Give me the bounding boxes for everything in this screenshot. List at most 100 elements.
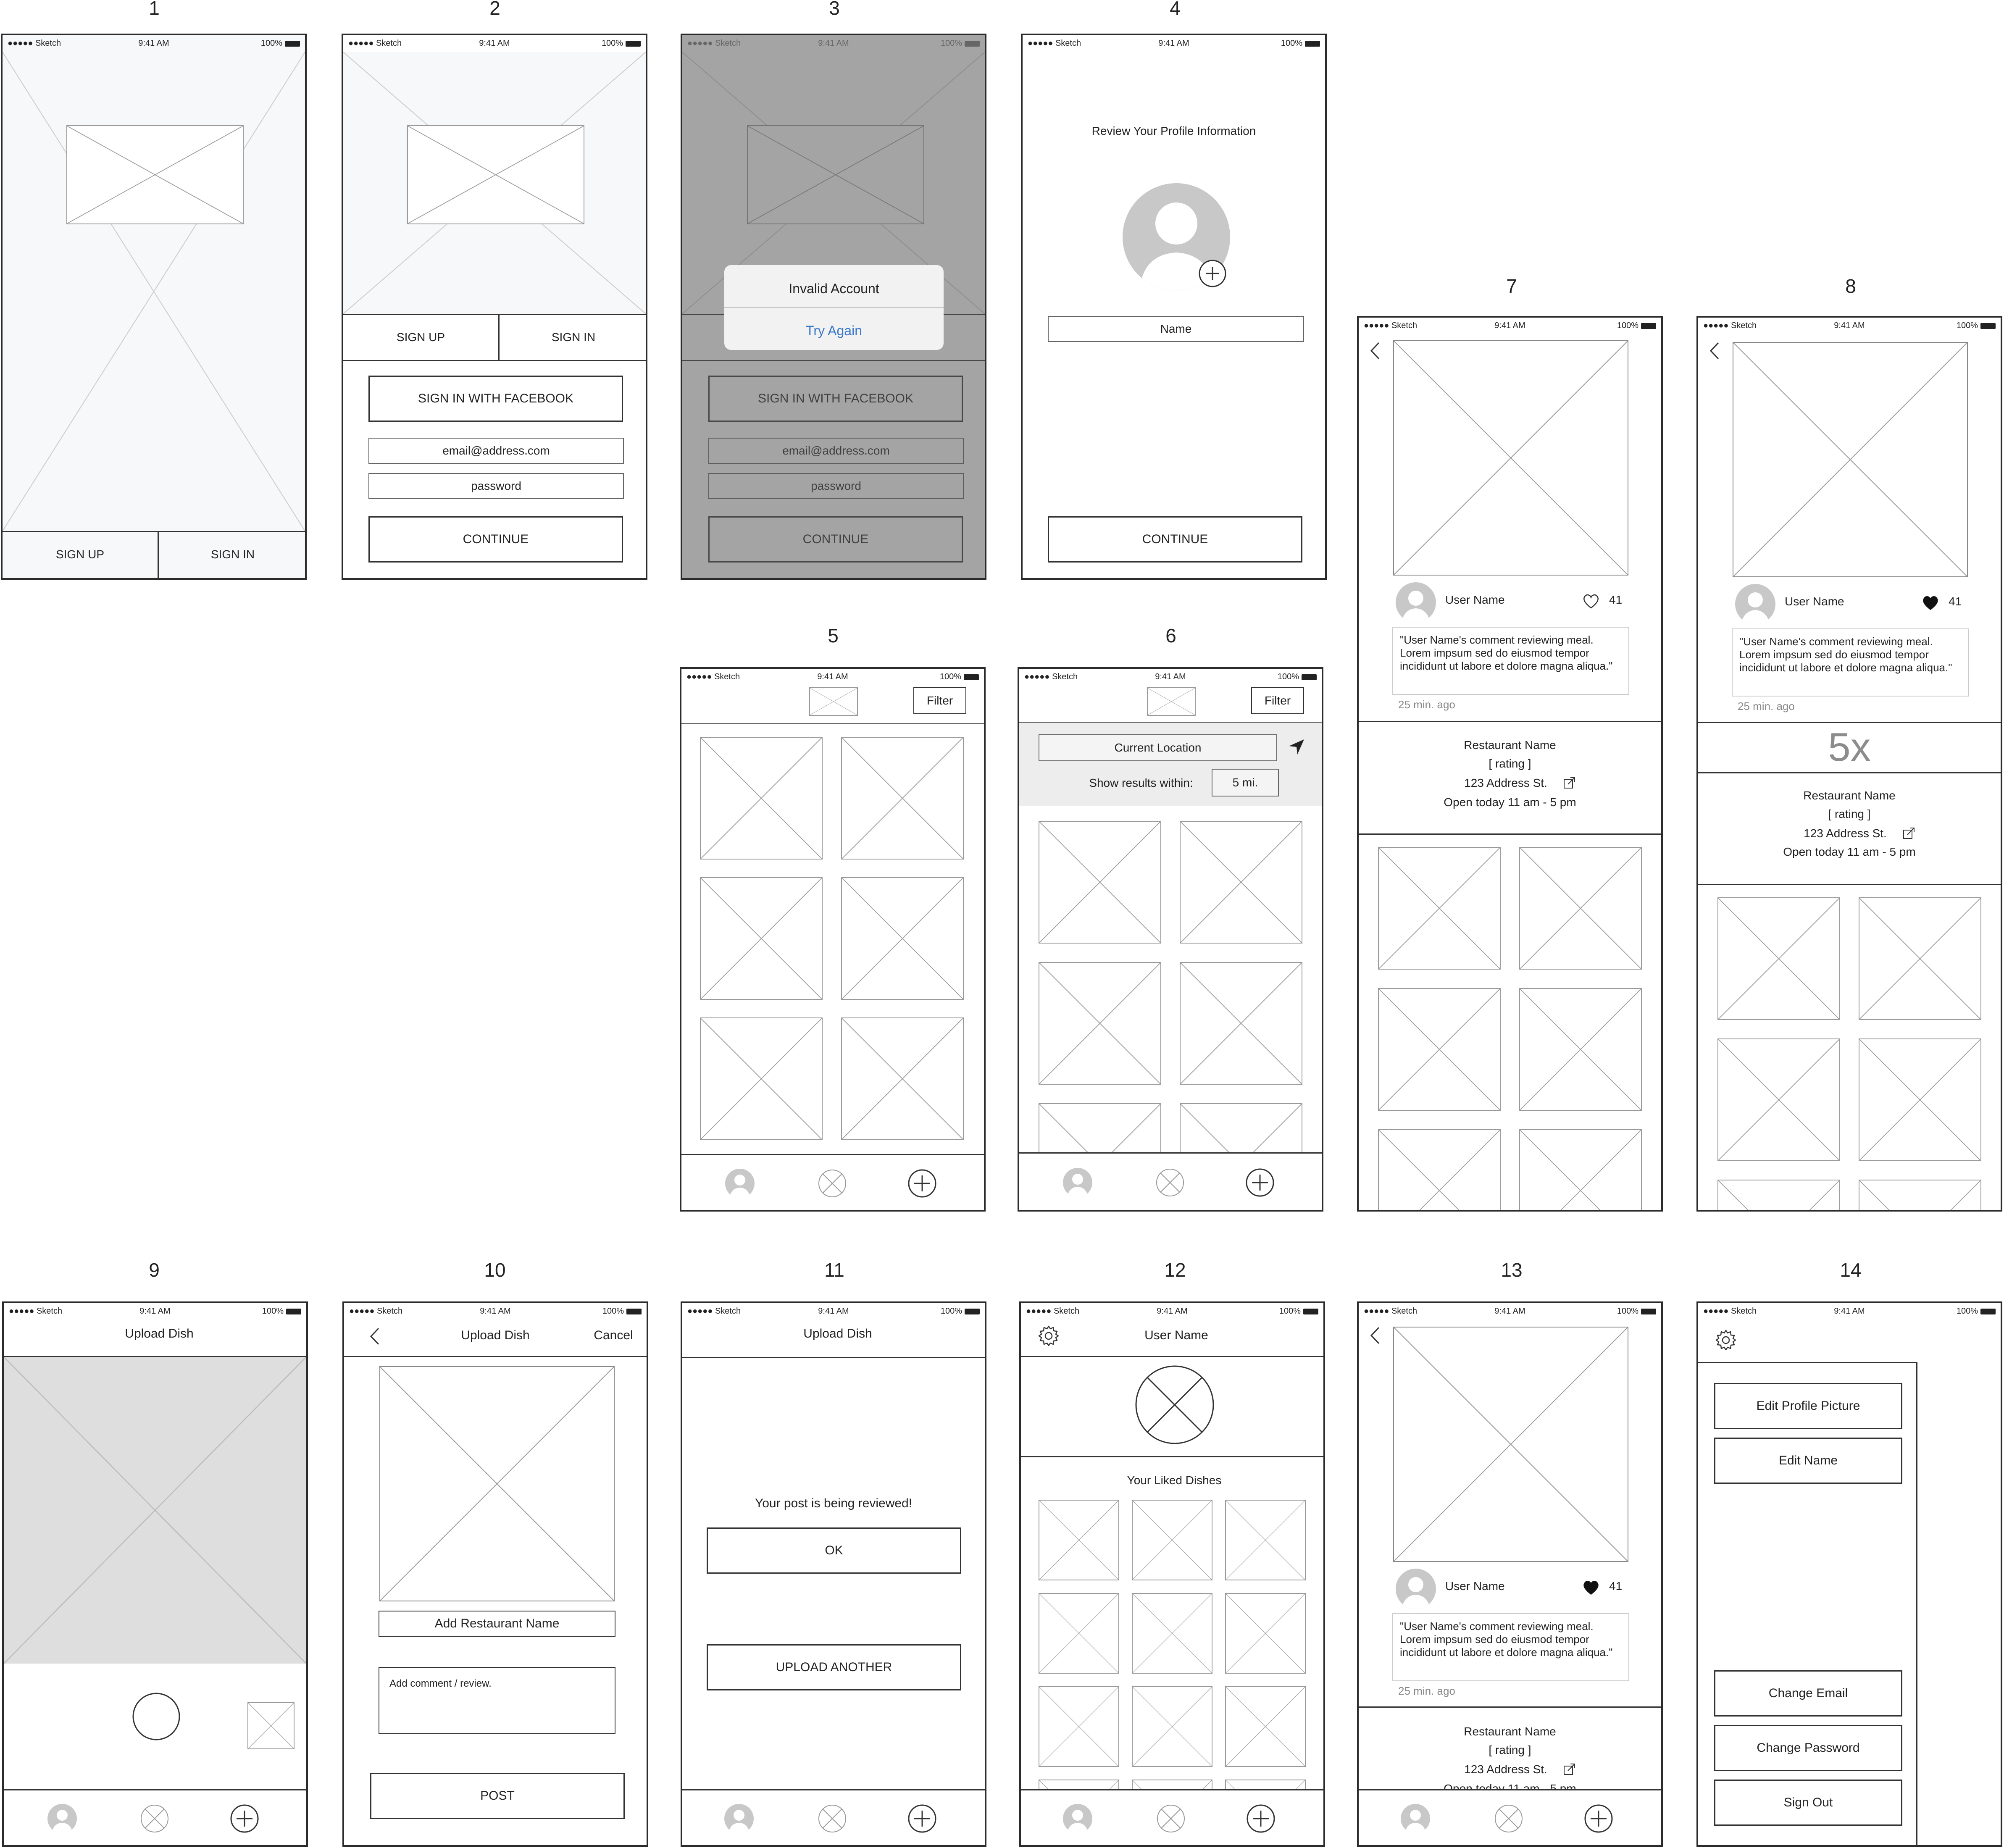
dish-thumbnail[interactable]	[1519, 988, 1642, 1111]
try-again-button[interactable]: Try Again	[724, 323, 944, 339]
restaurant-name[interactable]: Restaurant Name	[1698, 789, 2001, 802]
dish-thumbnail[interactable]	[1039, 1500, 1119, 1580]
add-photo-icon[interactable]	[1198, 259, 1227, 288]
dish-thumbnail[interactable]	[841, 1017, 964, 1140]
gallery-thumbnail[interactable]	[247, 1702, 295, 1749]
external-link-icon[interactable]	[1563, 776, 1576, 790]
dish-thumbnail[interactable]	[1039, 1593, 1119, 1674]
dish-thumbnail[interactable]	[1717, 1038, 1840, 1161]
restaurant-name-field[interactable]: Add Restaurant Name	[379, 1611, 615, 1637]
heart-filled-icon[interactable]	[1922, 595, 1939, 611]
back-chevron-icon[interactable]	[1707, 340, 1721, 361]
dish-thumbnail[interactable]	[1378, 847, 1501, 970]
profile-tab-icon[interactable]	[724, 1804, 754, 1833]
dish-thumbnail[interactable]	[841, 877, 964, 1000]
dish-thumbnail[interactable]	[1717, 897, 1840, 1020]
external-link-icon[interactable]	[1563, 1763, 1576, 1776]
profile-tab-icon[interactable]	[725, 1169, 755, 1198]
dish-thumbnail[interactable]	[1717, 1180, 1840, 1210]
post-user-name[interactable]: User Name	[1785, 595, 1844, 608]
feed-tab-icon[interactable]	[140, 1804, 169, 1833]
name-field[interactable]: Name	[1048, 316, 1304, 342]
edit-profile-picture-button[interactable]: Edit Profile Picture	[1714, 1383, 1902, 1429]
dish-thumbnail[interactable]	[1180, 962, 1302, 1085]
external-link-icon[interactable]	[1902, 827, 1916, 840]
filter-button[interactable]: Filter	[1251, 687, 1304, 714]
sign-in-tab[interactable]: SIGN IN	[159, 548, 305, 561]
current-location-field[interactable]: Current Location	[1039, 734, 1277, 761]
profile-photo-placeholder[interactable]	[1134, 1364, 1215, 1445]
back-chevron-icon[interactable]	[1368, 340, 1381, 361]
dish-thumbnail[interactable]	[1519, 847, 1642, 970]
change-password-button[interactable]: Change Password	[1714, 1725, 1902, 1771]
email-field[interactable]: email@address.com	[368, 438, 624, 464]
dish-thumbnail[interactable]	[1132, 1686, 1212, 1767]
change-email-button[interactable]: Change Email	[1714, 1670, 1902, 1717]
password-field[interactable]: password	[368, 473, 624, 499]
feed-tab-icon[interactable]	[1155, 1168, 1185, 1197]
heart-filled-icon[interactable]	[1582, 1580, 1600, 1596]
avatar[interactable]	[1396, 1569, 1436, 1609]
dish-thumbnail[interactable]	[1378, 988, 1501, 1111]
add-dish-tab-icon[interactable]	[907, 1804, 937, 1833]
dish-thumbnail[interactable]	[1039, 1686, 1119, 1767]
filter-button[interactable]: Filter	[913, 687, 966, 714]
add-dish-tab-icon[interactable]	[1245, 1168, 1275, 1197]
restaurant-address[interactable]: 123 Address St.	[1443, 776, 1569, 790]
sign-out-button[interactable]: Sign Out	[1714, 1780, 1902, 1826]
dish-thumbnail[interactable]	[1859, 897, 1981, 1020]
add-dish-tab-icon[interactable]	[230, 1804, 259, 1833]
comment-field[interactable]: Add comment / review.	[379, 1667, 615, 1734]
profile-tab-icon[interactable]	[1063, 1168, 1092, 1197]
distance-field[interactable]: 5 mi.	[1212, 769, 1279, 797]
sign-up-tab[interactable]: SIGN UP	[3, 548, 158, 561]
feed-tab-icon[interactable]	[1494, 1804, 1523, 1833]
add-dish-tab-icon[interactable]	[1246, 1804, 1276, 1833]
continue-button[interactable]: CONTINUE	[368, 516, 623, 563]
profile-tab-icon[interactable]	[1063, 1804, 1092, 1833]
restaurant-address[interactable]: 123 Address St.	[1782, 827, 1908, 840]
avatar[interactable]	[1735, 584, 1775, 624]
add-dish-tab-icon[interactable]	[907, 1169, 937, 1198]
dish-thumbnail[interactable]	[1225, 1686, 1306, 1767]
restaurant-name[interactable]: Restaurant Name	[1359, 739, 1661, 752]
dish-thumbnail[interactable]	[1225, 1593, 1306, 1674]
dish-thumbnail[interactable]	[1039, 821, 1161, 944]
sign-up-tab[interactable]: SIGN UP	[343, 331, 498, 344]
dish-thumbnail[interactable]	[1859, 1180, 1981, 1210]
dish-thumbnail[interactable]	[1378, 1129, 1501, 1210]
profile-tab-icon[interactable]	[1401, 1804, 1430, 1833]
heart-outline-icon[interactable]	[1582, 593, 1600, 609]
dish-thumbnail[interactable]	[1132, 1500, 1212, 1580]
dish-thumbnail[interactable]	[1225, 1500, 1306, 1580]
dish-thumbnail[interactable]	[1039, 962, 1161, 1085]
dish-thumbnail[interactable]	[700, 877, 823, 1000]
dish-thumbnail[interactable]	[700, 737, 823, 860]
cancel-button[interactable]: Cancel	[586, 1328, 641, 1343]
post-user-name[interactable]: User Name	[1445, 593, 1505, 607]
avatar[interactable]	[1396, 582, 1436, 623]
profile-tab-icon[interactable]	[47, 1804, 77, 1833]
dish-thumbnail[interactable]	[841, 737, 964, 860]
dish-thumbnail[interactable]	[1132, 1593, 1212, 1674]
dish-thumbnail[interactable]	[700, 1017, 823, 1140]
settings-gear-icon[interactable]	[1715, 1329, 1737, 1351]
location-arrow-icon[interactable]	[1287, 738, 1306, 756]
dish-thumbnail[interactable]	[1519, 1129, 1642, 1210]
restaurant-address[interactable]: 123 Address St.	[1443, 1763, 1569, 1776]
feed-tab-icon[interactable]	[818, 1169, 847, 1198]
dish-thumbnail[interactable]	[1859, 1038, 1981, 1161]
sign-in-tab[interactable]: SIGN IN	[500, 331, 646, 344]
edit-name-button[interactable]: Edit Name	[1714, 1438, 1902, 1484]
facebook-sign-in-button[interactable]: SIGN IN WITH FACEBOOK	[368, 376, 623, 422]
continue-button[interactable]: CONTINUE	[1048, 516, 1302, 563]
back-chevron-icon[interactable]	[1368, 1325, 1381, 1346]
shutter-button-icon[interactable]	[132, 1692, 181, 1741]
upload-another-button[interactable]: UPLOAD ANOTHER	[707, 1644, 961, 1690]
post-user-name[interactable]: User Name	[1445, 1580, 1505, 1593]
ok-button[interactable]: OK	[707, 1527, 961, 1574]
feed-tab-icon[interactable]	[818, 1804, 847, 1833]
feed-tab-icon[interactable]	[1156, 1804, 1186, 1833]
post-button[interactable]: POST	[370, 1773, 625, 1819]
restaurant-name[interactable]: Restaurant Name	[1359, 1725, 1661, 1738]
